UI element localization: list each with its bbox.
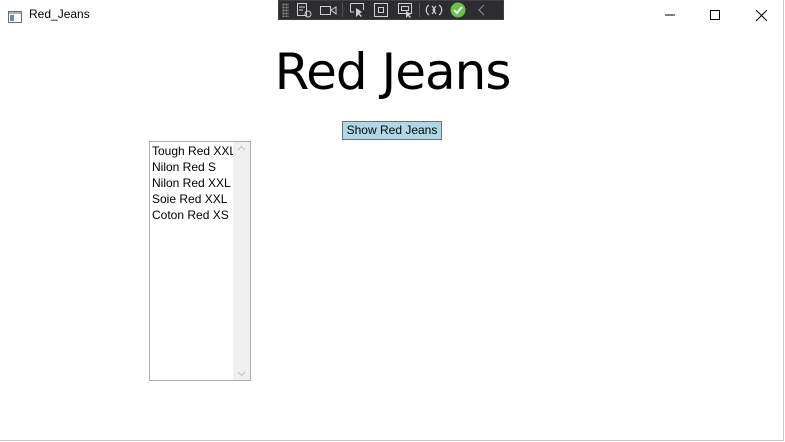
maximize-button[interactable] (692, 0, 738, 30)
close-icon (755, 9, 767, 21)
xaml-debug-toolbar (278, 0, 504, 20)
close-button[interactable] (738, 0, 784, 30)
record-icon[interactable] (319, 2, 337, 18)
scroll-up-arrow-icon[interactable] (237, 145, 246, 151)
maximize-icon (710, 10, 720, 20)
toolbar-separator (419, 3, 420, 17)
hot-reload-icon[interactable] (425, 2, 443, 18)
minimize-button[interactable] (647, 0, 693, 30)
list-items-container: Tough Red XXL Nilon Red S Nilon Red XXL … (152, 143, 234, 223)
list-item[interactable]: Nilon Red S (152, 159, 234, 175)
app-window-icon[interactable] (8, 8, 22, 23)
select-element-icon[interactable] (348, 2, 366, 18)
toolbar-separator (342, 3, 343, 17)
toolbar-grip[interactable] (282, 3, 289, 17)
list-item[interactable]: Nilon Red XXL (152, 175, 234, 191)
list-item[interactable]: Coton Red XS (152, 207, 234, 223)
binding-success-icon[interactable] (449, 2, 467, 18)
go-to-live-visual-tree-icon[interactable] (295, 2, 313, 18)
display-layout-adorners-icon[interactable] (372, 2, 390, 18)
track-focused-element-icon[interactable] (396, 2, 414, 18)
page-title: Red Jeans (274, 43, 512, 101)
show-red-jeans-button[interactable]: Show Red Jeans (342, 121, 442, 140)
minimize-icon (665, 14, 675, 16)
scroll-down-arrow-icon[interactable] (237, 371, 246, 377)
collapse-icon[interactable] (473, 2, 491, 18)
list-item[interactable]: Tough Red XXL (152, 143, 234, 159)
jeans-listbox[interactable]: Tough Red XXL Nilon Red S Nilon Red XXL … (149, 141, 251, 381)
app-window: Red_Jeans Red Jeans Show Red Jeans Tough… (0, 0, 784, 441)
window-title: Red_Jeans (29, 7, 90, 21)
vertical-scrollbar[interactable] (233, 142, 250, 380)
list-item[interactable]: Soie Red XXL (152, 191, 234, 207)
